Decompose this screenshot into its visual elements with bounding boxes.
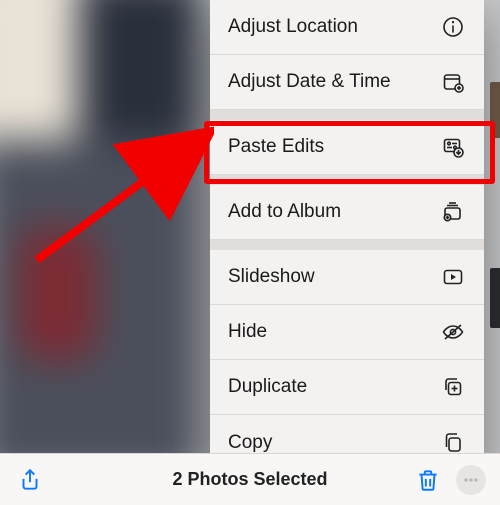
eye-off-icon: [440, 319, 466, 345]
menu-item-slideshow[interactable]: Slideshow: [210, 250, 484, 305]
menu-item-label: Slideshow: [228, 266, 315, 288]
share-icon: [17, 467, 43, 493]
paste-edits-icon: [440, 134, 466, 160]
share-button[interactable]: [14, 464, 46, 496]
menu-item-label: Hide: [228, 321, 267, 343]
photo-thumbnail-sliver: [490, 268, 500, 328]
photo-thumbnail-sliver: [490, 82, 500, 138]
menu-item-paste-edits[interactable]: Paste Edits: [210, 120, 484, 175]
more-button[interactable]: [456, 465, 486, 495]
duplicate-icon: [440, 374, 466, 400]
context-menu: Adjust Location Adjust Date & Time Paste…: [210, 0, 484, 470]
menu-item-label: Add to Album: [228, 201, 341, 223]
menu-item-label: Copy: [228, 432, 272, 454]
menu-item-label: Paste Edits: [228, 136, 324, 158]
menu-item-hide[interactable]: Hide: [210, 305, 484, 360]
menu-item-add-to-album[interactable]: Add to Album: [210, 185, 484, 240]
bottom-toolbar: 2 Photos Selected: [0, 453, 500, 505]
menu-item-adjust-date-time[interactable]: Adjust Date & Time: [210, 55, 484, 110]
menu-separator: [210, 175, 484, 185]
menu-item-label: Adjust Location: [228, 16, 358, 38]
more-icon: [461, 470, 481, 490]
menu-separator: [210, 240, 484, 250]
menu-item-label: Duplicate: [228, 376, 307, 398]
calendar-icon: [440, 69, 466, 95]
menu-item-adjust-location[interactable]: Adjust Location: [210, 0, 484, 55]
albums-icon: [440, 199, 466, 225]
menu-item-label: Adjust Date & Time: [228, 71, 391, 93]
play-rect-icon: [440, 264, 466, 290]
trash-icon: [415, 467, 441, 493]
trash-button[interactable]: [412, 464, 444, 496]
info-icon: [440, 14, 466, 40]
menu-separator: [210, 110, 484, 120]
copy-icon: [440, 430, 466, 456]
menu-item-duplicate[interactable]: Duplicate: [210, 360, 484, 415]
